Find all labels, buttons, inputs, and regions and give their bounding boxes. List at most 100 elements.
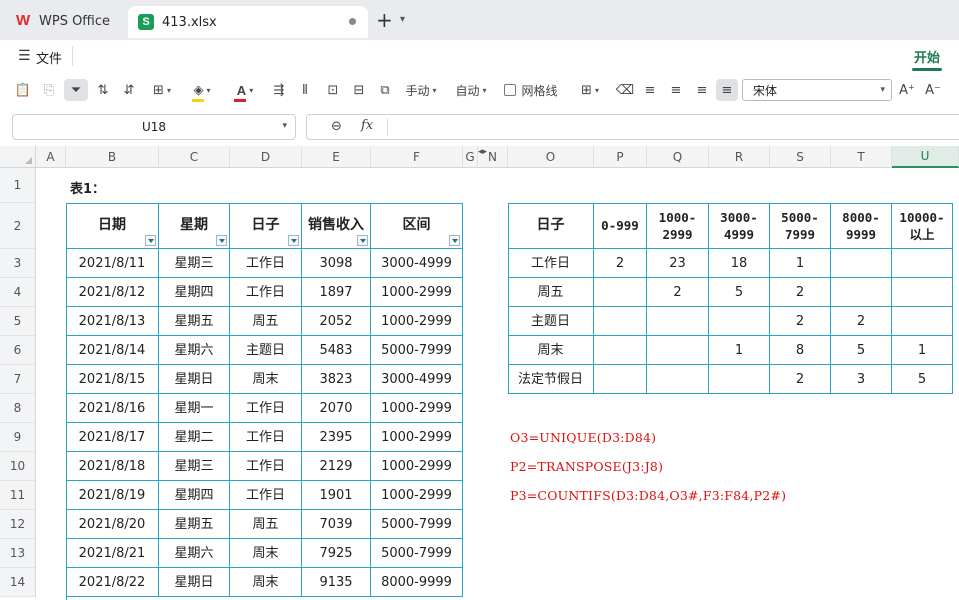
summary-cell[interactable]: 1 — [892, 336, 953, 365]
font-family-select[interactable]: 宋体 ▾ — [742, 79, 892, 101]
row-header-4[interactable]: 4 — [0, 278, 36, 307]
table-cell[interactable]: 周末 — [230, 365, 302, 394]
table-header-cell[interactable]: 日子 — [230, 203, 302, 249]
table-cell[interactable]: 1000-2999 — [371, 452, 463, 481]
table-header-cell[interactable]: 区间 — [371, 203, 463, 249]
table-header-cell[interactable]: 销售收入 — [302, 203, 371, 249]
table-cell[interactable]: 周末 — [230, 539, 302, 568]
align-center-icon[interactable]: ≡ — [666, 79, 686, 101]
manual-calc-dropdown[interactable]: 手动 ▾ — [400, 79, 442, 101]
table-cell[interactable]: 1000-2999 — [371, 278, 463, 307]
zoom-icon[interactable]: ⊖ — [331, 119, 342, 134]
table-cell[interactable]: 周末 — [230, 568, 302, 597]
row-header-10[interactable]: 10 — [0, 452, 36, 481]
row-header-7[interactable]: 7 — [0, 365, 36, 394]
table-cell[interactable]: 星期六 — [159, 336, 230, 365]
decrease-font-icon[interactable]: A⁻ — [922, 79, 944, 101]
summary-cell[interactable] — [709, 365, 770, 394]
table-header-cell[interactable]: 日期 — [66, 203, 159, 249]
column-header-o[interactable]: O — [508, 146, 594, 168]
filter-dropdown-icon[interactable] — [288, 235, 299, 246]
column-header-d[interactable]: D — [230, 146, 302, 168]
table-cell[interactable]: 工作日 — [230, 452, 302, 481]
table-cell[interactable]: 2021/8/11 — [66, 249, 159, 278]
summary-cell[interactable]: 8 — [770, 336, 831, 365]
table-cell[interactable]: 3823 — [302, 365, 371, 394]
summary-cell[interactable]: 5 — [709, 278, 770, 307]
new-tab-plus-icon[interactable]: + — [376, 10, 393, 30]
summary-cell[interactable] — [892, 278, 953, 307]
table-cell[interactable]: 2395 — [302, 423, 371, 452]
summary-cell[interactable]: 1 — [709, 336, 770, 365]
table-cell[interactable]: 主题日 — [230, 336, 302, 365]
table-cell[interactable]: 2021/8/13 — [66, 307, 159, 336]
summary-header-cell[interactable]: 0-999 — [594, 203, 647, 249]
table-cell[interactable]: 2021/8/14 — [66, 336, 159, 365]
table-cell[interactable]: 星期二 — [159, 423, 230, 452]
summary-cell[interactable] — [831, 249, 892, 278]
table-cell[interactable]: 1901 — [302, 481, 371, 510]
table-cell[interactable]: 5000-7999 — [371, 510, 463, 539]
fx-icon[interactable]: fx — [361, 118, 373, 133]
filter-dropdown-icon[interactable] — [216, 235, 227, 246]
summary-cell[interactable] — [594, 307, 647, 336]
table-cell[interactable]: 1000-2999 — [371, 423, 463, 452]
filter-dropdown-icon[interactable] — [357, 235, 368, 246]
table-cell[interactable]: 3000-4999 — [371, 365, 463, 394]
table-style-icon[interactable]: ⊡ — [322, 79, 344, 101]
column-header-p[interactable]: P — [594, 146, 647, 168]
summary-cell[interactable]: 1 — [770, 249, 831, 278]
summary-header-cell[interactable]: 8000- 9999 — [831, 203, 892, 249]
row-header-3[interactable]: 3 — [0, 249, 36, 278]
summary-cell[interactable]: 法定节假日 — [508, 365, 594, 394]
table-cell[interactable]: 2021/8/19 — [66, 481, 159, 510]
table-cell[interactable]: 3098 — [302, 249, 371, 278]
table-cell[interactable]: 2021/8/15 — [66, 365, 159, 394]
borders-icon[interactable]: ⊞ ▾ — [146, 79, 178, 101]
column-header-f[interactable]: F — [371, 146, 463, 168]
column-header-g[interactable]: G — [463, 146, 478, 168]
table-cell[interactable]: 周五 — [230, 510, 302, 539]
table-cell[interactable]: 3000-4999 — [371, 249, 463, 278]
table-cell[interactable]: 2021/8/12 — [66, 278, 159, 307]
summary-header-cell[interactable]: 5000- 7999 — [770, 203, 831, 249]
row-header-6[interactable]: 6 — [0, 336, 36, 365]
sort-ascending-icon[interactable]: ⇅ — [92, 79, 114, 101]
summary-header-cell[interactable]: 10000- 以上 — [892, 203, 953, 249]
table-cell[interactable]: 星期四 — [159, 481, 230, 510]
cell-style-icon[interactable]: ⊞ ▾ — [574, 79, 606, 101]
column-header-a[interactable]: A — [36, 146, 66, 168]
hidden-columns-icon[interactable]: ◂▸ — [478, 147, 487, 157]
justify-icon[interactable]: ≡ — [716, 79, 738, 101]
row-header-14[interactable]: 14 — [0, 568, 36, 597]
summary-cell[interactable]: 3 — [831, 365, 892, 394]
summary-cell[interactable]: 5 — [892, 365, 953, 394]
table-cell[interactable]: 1000-2999 — [371, 394, 463, 423]
summary-header-cell[interactable]: 3000- 4999 — [709, 203, 770, 249]
table-cell[interactable]: 7925 — [302, 539, 371, 568]
summary-cell[interactable]: 18 — [709, 249, 770, 278]
name-box[interactable]: U18 ▾ — [12, 114, 296, 140]
table-cell[interactable]: 2021/8/21 — [66, 539, 159, 568]
conditional-format-icon[interactable]: ⊟ — [348, 79, 370, 101]
summary-cell[interactable]: 23 — [647, 249, 709, 278]
table-cell[interactable]: 1000-2999 — [371, 481, 463, 510]
filter-dropdown-icon[interactable] — [449, 235, 460, 246]
clear-format-icon[interactable]: ⌫ — [614, 79, 636, 101]
increase-font-icon[interactable]: A⁺ — [896, 79, 918, 101]
table-header-cell[interactable]: 星期 — [159, 203, 230, 249]
table-cell[interactable]: 星期三 — [159, 452, 230, 481]
summary-cell[interactable] — [594, 365, 647, 394]
table-cell[interactable]: 星期五 — [159, 510, 230, 539]
summary-cell[interactable]: 2 — [770, 307, 831, 336]
select-all-corner[interactable] — [0, 146, 36, 168]
column-header-c[interactable]: C — [159, 146, 230, 168]
paste-icon[interactable]: 📋 — [12, 79, 34, 101]
table-cell[interactable]: 星期三 — [159, 249, 230, 278]
summary-cell[interactable] — [647, 365, 709, 394]
table-cell[interactable]: 2021/8/16 — [66, 394, 159, 423]
sort-descending-icon[interactable]: ⇵ — [118, 79, 140, 101]
table-cell[interactable]: 星期一 — [159, 394, 230, 423]
row-header-12[interactable]: 12 — [0, 510, 36, 539]
table-cell[interactable]: 8000-9999 — [371, 568, 463, 597]
